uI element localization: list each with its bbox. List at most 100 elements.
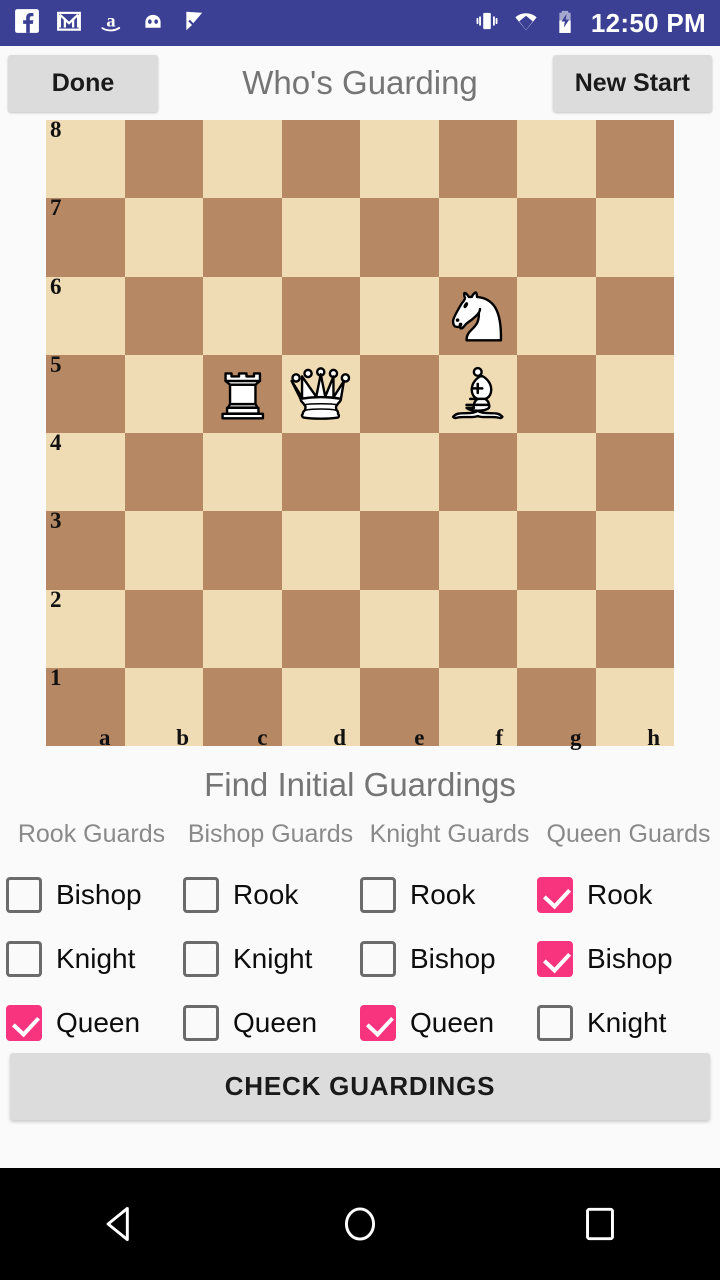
board-square-e6[interactable]	[360, 276, 439, 355]
board-square-h1[interactable]: h	[595, 667, 674, 749]
board-square-e7[interactable]	[360, 198, 439, 277]
board-square-g8[interactable]	[517, 120, 596, 199]
board-square-c5[interactable]	[203, 354, 282, 433]
board-square-c7[interactable]	[203, 198, 282, 277]
board-square-f7[interactable]	[438, 198, 517, 277]
board-square-b3[interactable]	[124, 511, 203, 590]
board-square-g2[interactable]	[517, 589, 596, 668]
checkbox-row-1-2[interactable]: Queen	[183, 991, 360, 1055]
board-square-g6[interactable]	[517, 276, 596, 355]
checkbox-row-0-2[interactable]: Queen	[6, 991, 183, 1055]
board-square-b7[interactable]	[124, 198, 203, 277]
board-square-f4[interactable]	[438, 433, 517, 512]
checkbox-row-3-2[interactable]: Knight	[537, 991, 714, 1055]
home-nav-icon[interactable]	[300, 1168, 420, 1280]
board-square-d7[interactable]	[281, 198, 360, 277]
checkbox-unchecked-icon[interactable]	[537, 1005, 573, 1041]
board-square-b2[interactable]	[124, 589, 203, 668]
checkbox-row-1-0[interactable]: Rook	[183, 863, 360, 927]
board-square-f2[interactable]	[438, 589, 517, 668]
board-square-d8[interactable]	[281, 120, 360, 199]
board-square-e5[interactable]	[360, 354, 439, 433]
checkbox-unchecked-icon[interactable]	[360, 941, 396, 977]
board-square-a7[interactable]: 7	[46, 196, 125, 277]
board-square-c6[interactable]	[203, 276, 282, 355]
board-square-a1[interactable]: 1a	[46, 666, 125, 749]
board-square-b8[interactable]	[124, 120, 203, 199]
board-square-h7[interactable]	[595, 198, 674, 277]
board-square-b4[interactable]	[124, 433, 203, 512]
board-square-f8[interactable]	[438, 120, 517, 199]
checkbox-row-0-1[interactable]: Knight	[6, 927, 183, 991]
board-square-d3[interactable]	[281, 511, 360, 590]
recents-nav-icon[interactable]	[540, 1168, 660, 1280]
board-square-c3[interactable]	[203, 511, 282, 590]
board-square-g7[interactable]	[517, 198, 596, 277]
piece-white-queen-d5[interactable]	[287, 360, 355, 427]
check-guardings-button[interactable]: CHECK GUARDINGS	[10, 1053, 710, 1120]
board-square-a3[interactable]: 3	[46, 509, 125, 590]
piece-white-knight-f6[interactable]	[444, 282, 512, 349]
board-square-d1[interactable]: d	[281, 667, 360, 749]
board-square-a5[interactable]: 5	[46, 353, 125, 433]
board-square-a2[interactable]: 2	[46, 588, 125, 668]
board-square-c4[interactable]	[203, 433, 282, 512]
board-square-h5[interactable]	[595, 354, 674, 433]
checkbox-row-2-2[interactable]: Queen	[360, 991, 537, 1055]
board-square-c1[interactable]: c	[203, 667, 282, 749]
checkbox-checked-icon[interactable]	[6, 1005, 42, 1041]
chessboard-container: 876 5 4321abcdefgh	[0, 118, 720, 749]
board-square-d6[interactable]	[281, 276, 360, 355]
checkbox-unchecked-icon[interactable]	[6, 941, 42, 977]
checkbox-unchecked-icon[interactable]	[360, 877, 396, 913]
new-start-button[interactable]: New Start	[552, 54, 712, 112]
board-square-c8[interactable]	[203, 120, 282, 199]
chessboard[interactable]: 876 5 4321abcdefgh	[46, 118, 674, 749]
board-square-h6[interactable]	[595, 276, 674, 355]
board-square-a8[interactable]: 8	[46, 118, 125, 199]
done-button[interactable]: Done	[8, 54, 158, 112]
board-square-e2[interactable]	[360, 589, 439, 668]
checkbox-checked-icon[interactable]	[537, 877, 573, 913]
board-square-c2[interactable]	[203, 589, 282, 668]
board-square-b6[interactable]	[124, 276, 203, 355]
board-square-a6[interactable]: 6	[46, 275, 125, 355]
checkbox-checked-icon[interactable]	[360, 1005, 396, 1041]
checkbox-row-1-1[interactable]: Knight	[183, 927, 360, 991]
checkbox-unchecked-icon[interactable]	[6, 877, 42, 913]
checkbox-row-2-1[interactable]: Bishop	[360, 927, 537, 991]
board-square-e3[interactable]	[360, 511, 439, 590]
board-square-h4[interactable]	[595, 433, 674, 512]
board-square-h8[interactable]	[595, 120, 674, 199]
board-square-e1[interactable]: e	[360, 667, 439, 749]
board-square-f1[interactable]: f	[438, 667, 517, 749]
board-square-f5[interactable]	[438, 354, 517, 433]
board-square-e4[interactable]	[360, 433, 439, 512]
checkbox-checked-icon[interactable]	[537, 941, 573, 977]
piece-white-bishop-f5[interactable]	[444, 360, 512, 427]
board-square-h3[interactable]	[595, 511, 674, 590]
checkbox-row-2-0[interactable]: Rook	[360, 863, 537, 927]
board-square-b5[interactable]	[124, 354, 203, 433]
checkbox-row-0-0[interactable]: Bishop	[6, 863, 183, 927]
checkbox-unchecked-icon[interactable]	[183, 1005, 219, 1041]
checkbox-unchecked-icon[interactable]	[183, 877, 219, 913]
board-square-g3[interactable]	[517, 511, 596, 590]
board-square-b1[interactable]: b	[124, 667, 203, 749]
board-square-f6[interactable]	[438, 276, 517, 355]
board-square-a4[interactable]: 4	[46, 431, 125, 512]
board-square-f3[interactable]	[438, 511, 517, 590]
board-square-g4[interactable]	[517, 433, 596, 512]
board-square-d4[interactable]	[281, 433, 360, 512]
board-square-d2[interactable]	[281, 589, 360, 668]
back-nav-icon[interactable]	[60, 1168, 180, 1280]
board-square-e8[interactable]	[360, 120, 439, 199]
checkbox-row-3-1[interactable]: Bishop	[537, 927, 714, 991]
checkbox-row-3-0[interactable]: Rook	[537, 863, 714, 927]
board-square-h2[interactable]	[595, 589, 674, 668]
board-square-g1[interactable]: g	[517, 667, 596, 749]
board-square-d5[interactable]	[281, 354, 360, 433]
piece-white-rook-c5[interactable]	[209, 360, 277, 427]
board-square-g5[interactable]	[517, 354, 596, 433]
checkbox-unchecked-icon[interactable]	[183, 941, 219, 977]
